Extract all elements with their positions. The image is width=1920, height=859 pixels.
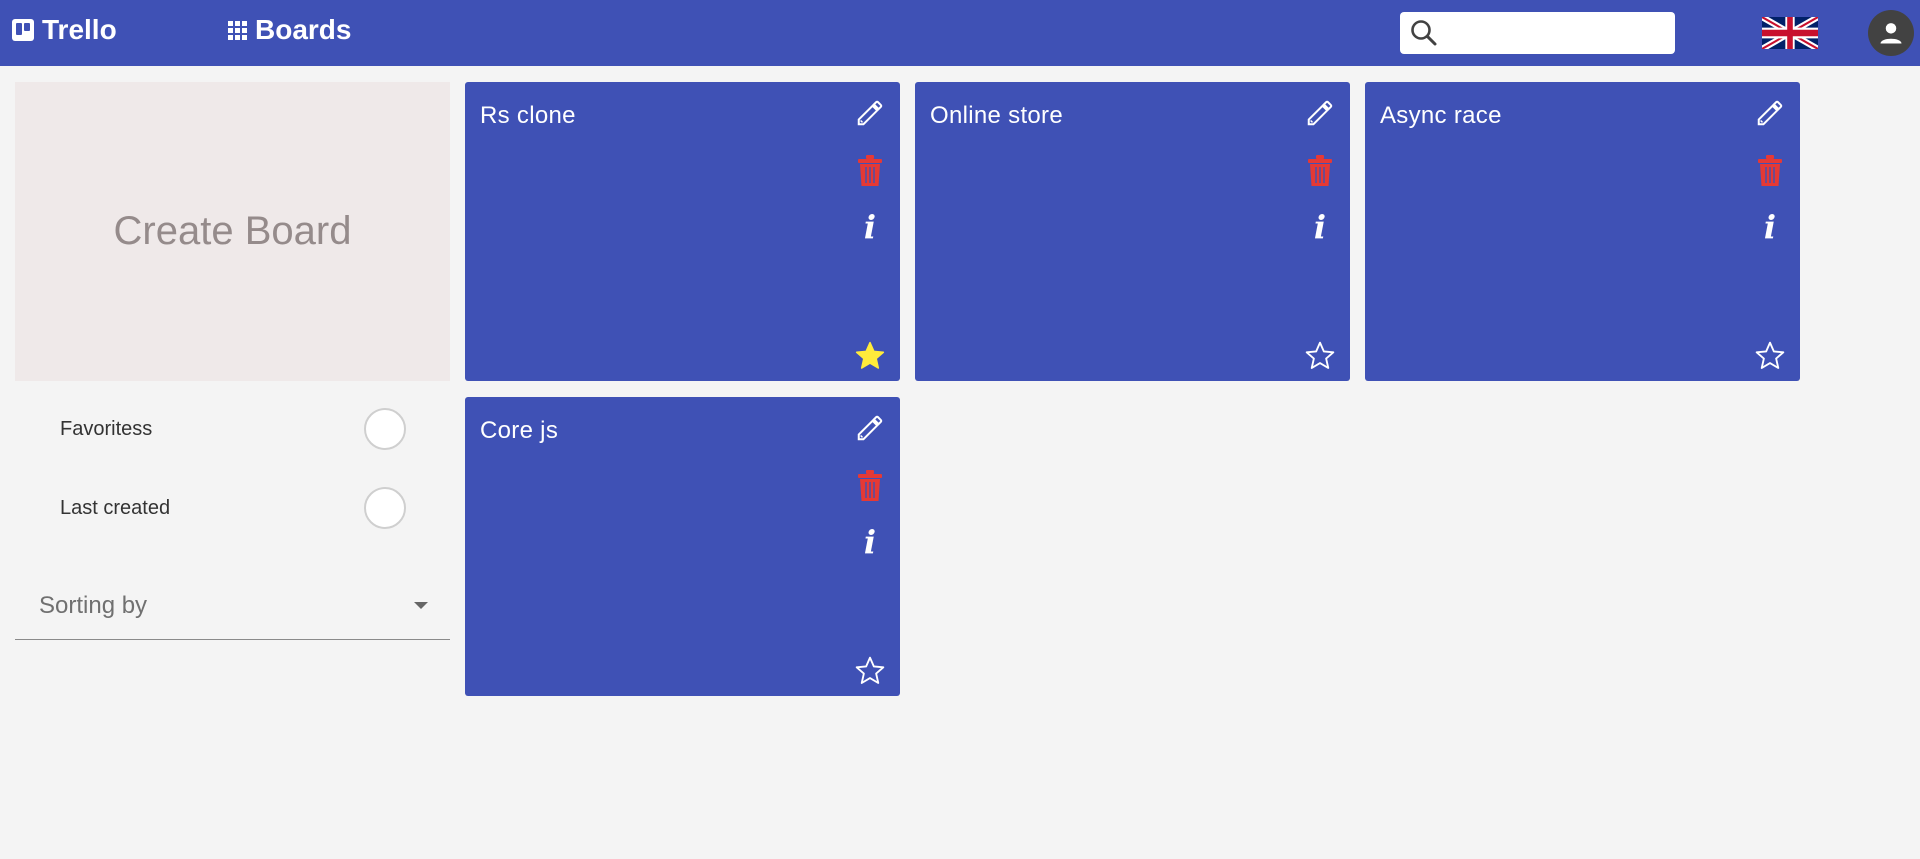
filter-last-created-toggle[interactable] <box>364 487 406 529</box>
board-title: Online store <box>930 102 1063 129</box>
favorite-star-icon[interactable] <box>854 339 886 373</box>
favorite-star-icon[interactable] <box>1304 339 1336 373</box>
edit-pencil-icon[interactable] <box>854 96 886 130</box>
logo-text: Trello <box>42 14 117 45</box>
filter-favorites-label: Favoritess <box>60 417 153 440</box>
board-title: Async race <box>1380 102 1502 129</box>
board-title: Core js <box>480 417 559 444</box>
info-icon[interactable]: i <box>1754 210 1786 244</box>
dropdown-arrow-icon <box>414 602 428 609</box>
board-card[interactable]: Rs clone i <box>465 82 900 381</box>
edit-pencil-icon[interactable] <box>1754 96 1786 130</box>
trello-logo[interactable]: Trello <box>12 14 117 46</box>
boards-nav-label: Boards <box>255 14 352 45</box>
delete-trash-icon[interactable] <box>854 154 886 188</box>
filter-favorites: Favoritess <box>60 407 406 451</box>
edit-pencil-icon[interactable] <box>1304 96 1336 130</box>
info-icon[interactable]: i <box>854 525 886 559</box>
board-title: Rs clone <box>480 102 576 129</box>
delete-trash-icon[interactable] <box>1304 154 1336 188</box>
delete-trash-icon[interactable] <box>854 469 886 503</box>
top-app-bar: Trello Boards <box>0 0 1920 66</box>
favorite-star-icon[interactable] <box>854 654 886 688</box>
board-card[interactable]: Async race i <box>1365 82 1800 381</box>
sort-by-placeholder: Sorting by <box>39 591 148 619</box>
account-icon <box>1880 23 1902 44</box>
filter-last-created: Last created <box>60 486 406 530</box>
favorite-star-icon[interactable] <box>1754 339 1786 373</box>
filter-last-created-label: Last created <box>60 496 171 519</box>
search-icon <box>1411 20 1437 46</box>
search-input[interactable] <box>1446 22 1666 44</box>
info-icon[interactable]: i <box>854 210 886 244</box>
uk-flag-icon[interactable] <box>1762 17 1818 49</box>
search-box[interactable] <box>1400 12 1675 54</box>
apps-grid-icon <box>228 20 247 40</box>
delete-trash-icon[interactable] <box>1754 154 1786 188</box>
create-board-button[interactable]: Create Board <box>15 82 450 381</box>
trello-logo-icon <box>12 19 34 41</box>
create-board-label: Create Board <box>113 209 352 253</box>
boards-nav-button[interactable]: Boards <box>228 14 351 46</box>
account-avatar-button[interactable] <box>1868 10 1914 56</box>
info-icon[interactable]: i <box>1304 210 1336 244</box>
filter-favorites-toggle[interactable] <box>364 408 406 450</box>
edit-pencil-icon[interactable] <box>854 411 886 445</box>
sort-by-select[interactable]: Sorting by <box>15 572 450 640</box>
board-card[interactable]: Online store i <box>915 82 1350 381</box>
board-card[interactable]: Core js i <box>465 397 900 696</box>
